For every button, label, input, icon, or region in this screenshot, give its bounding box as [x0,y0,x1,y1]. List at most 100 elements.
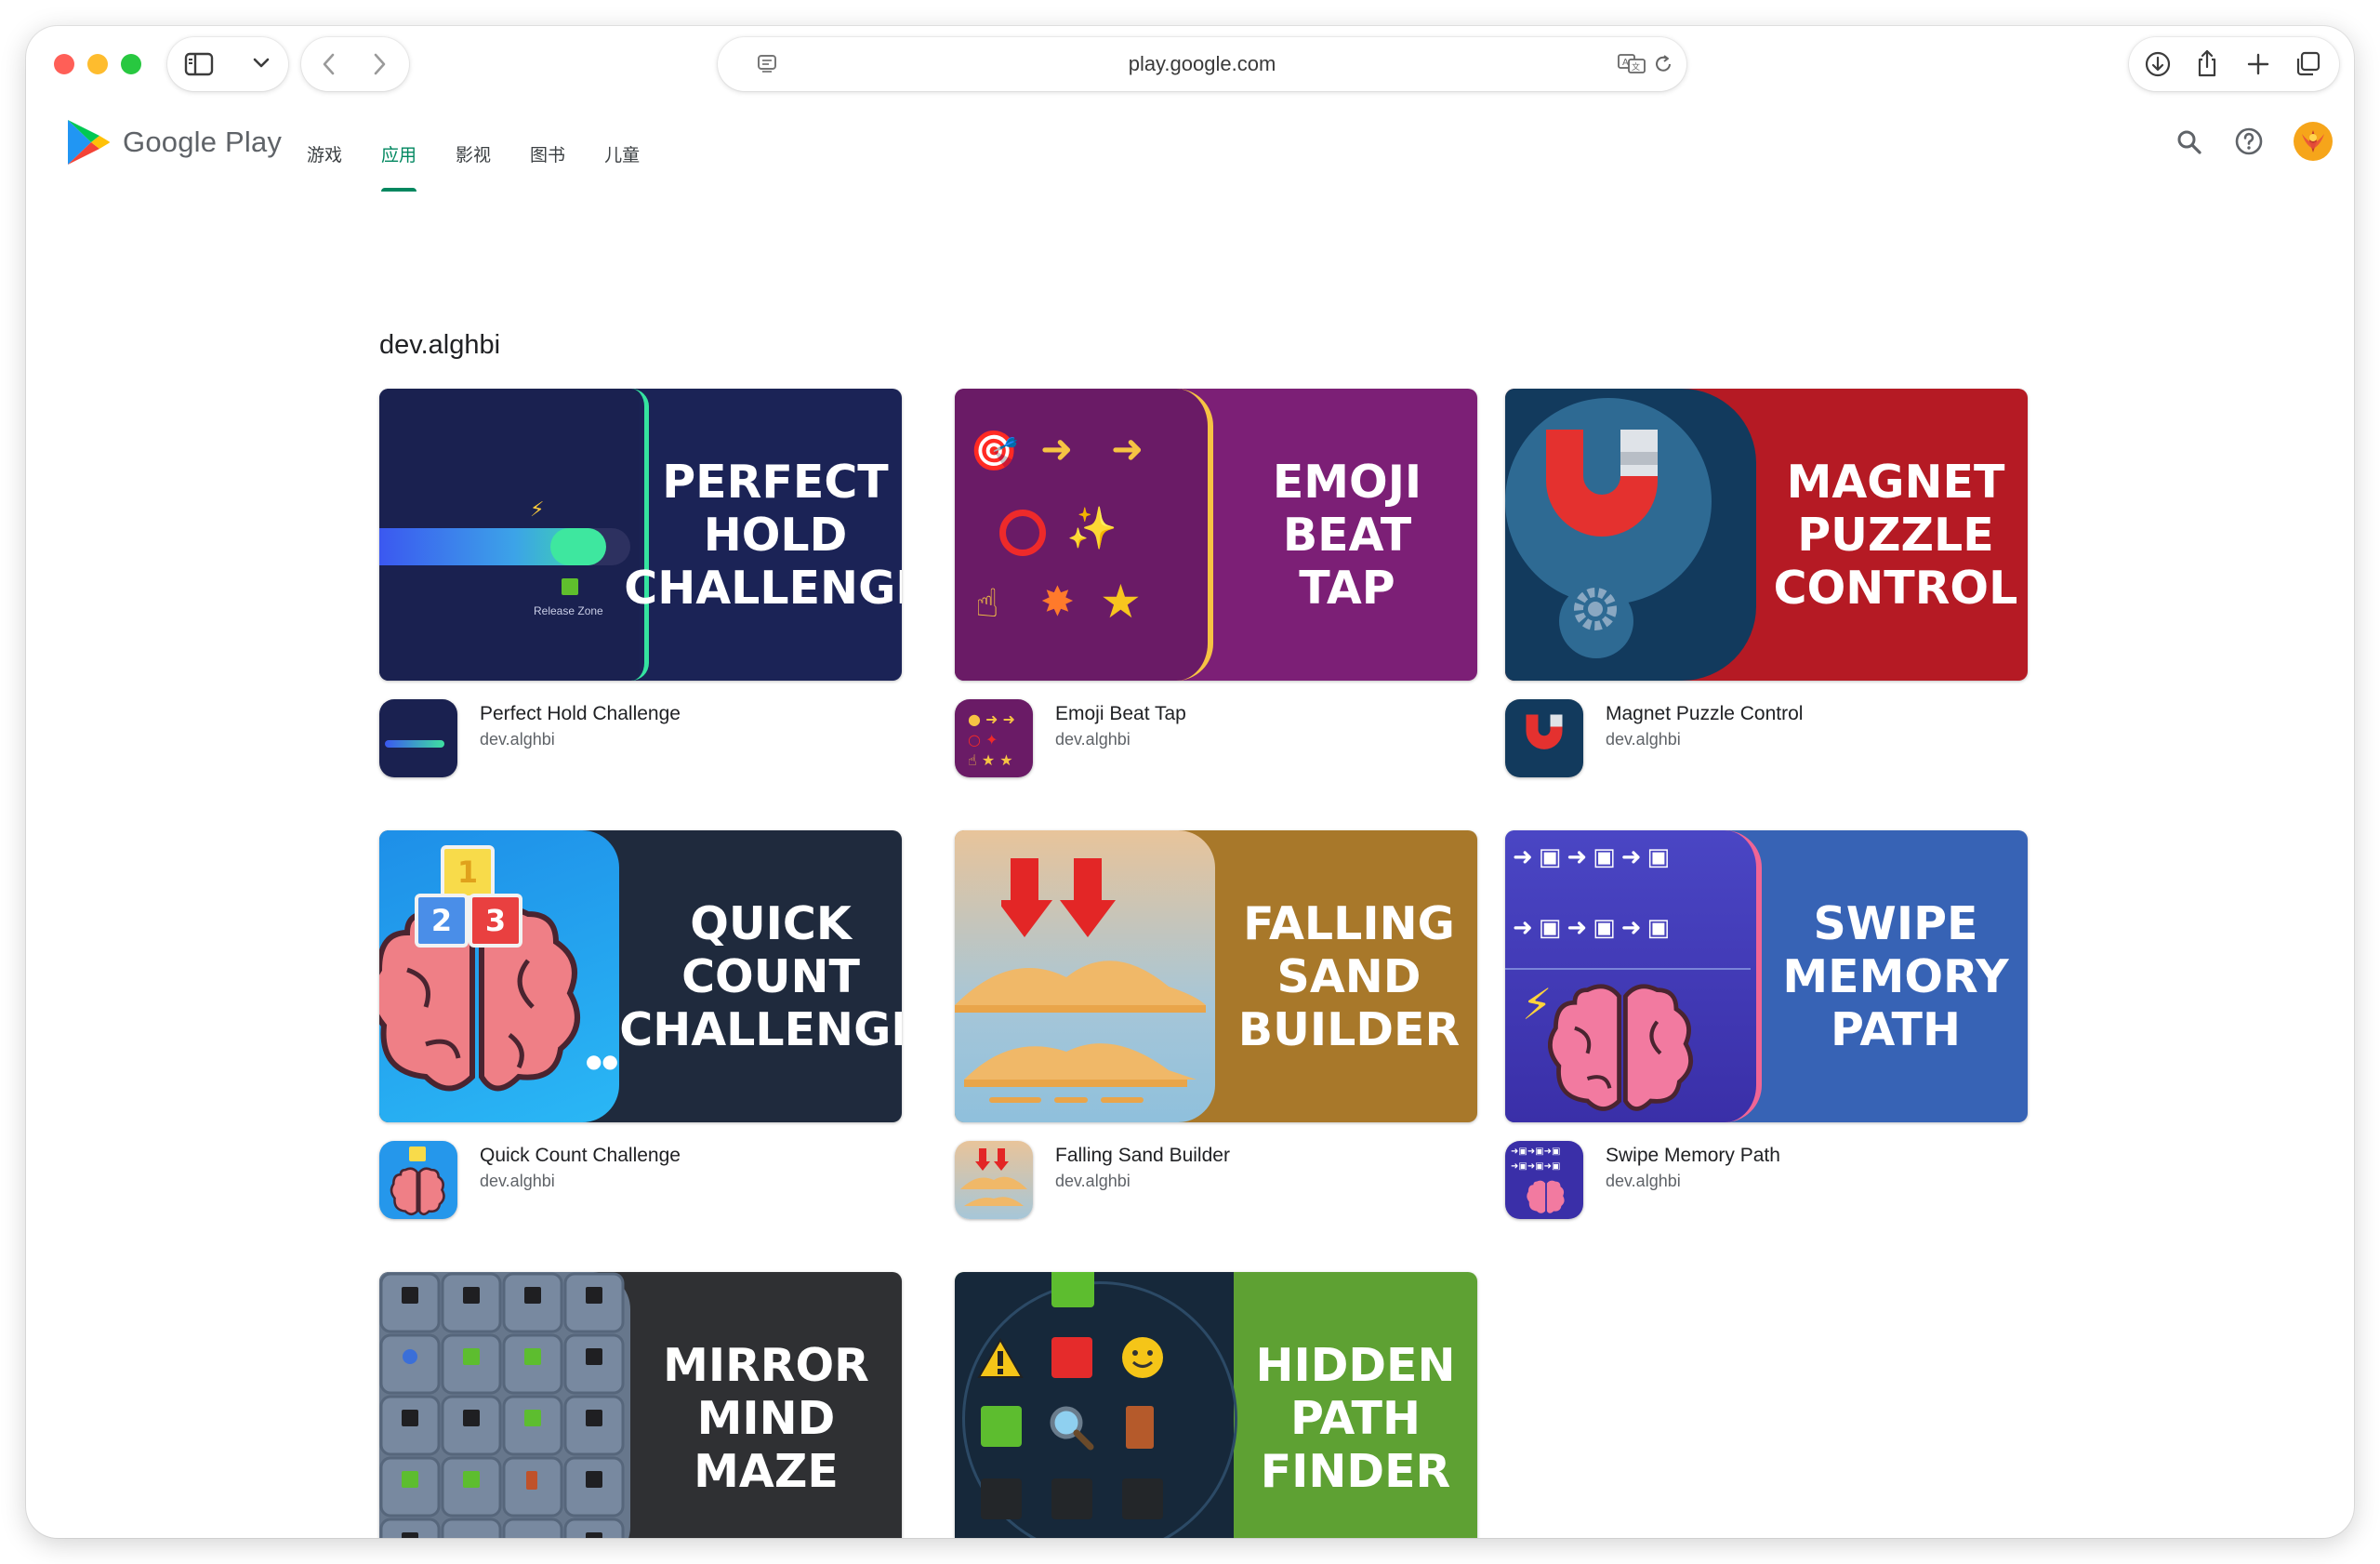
app-developer[interactable]: dev.alghbi [480,730,555,749]
app-card[interactable]: 🎯 ➜ ➜ ✨ ☝ ✸ ★ EMOJI BEAT TAP ● ➜ ➜ ○ ✦ ☝… [955,389,1477,783]
banner-line: TAP [1299,561,1395,615]
back-icon[interactable] [322,53,337,75]
nav-books[interactable]: 图书 [530,141,565,166]
mini-arrow-row-icon: ➜▣➜▣➜▣ [1511,1146,1561,1157]
banner-art: ➜▣➜▣➜▣ ➜▣➜▣➜▣ ⚡ [1505,830,1762,1122]
app-banner[interactable]: 🎯 ➜ ➜ ✨ ☝ ✸ ★ EMOJI BEAT TAP [955,389,1477,681]
nav-games-label: 游戏 [307,145,343,166]
close-window-button[interactable] [54,54,74,74]
avatar[interactable] [2293,121,2334,162]
banner-line: SAND [1276,949,1421,1003]
forward-icon[interactable] [372,53,387,75]
google-play-logo[interactable]: Google Play [65,117,282,167]
explosion-icon: ✸ [1040,578,1075,626]
app-name[interactable]: Quick Count Challenge [480,1145,681,1167]
app-developer[interactable]: dev.alghbi [480,1172,555,1191]
app-banner[interactable]: ➜▣➜▣➜▣ ➜▣➜▣➜▣ ⚡ SWIPE MEMORY PATH [1505,830,2028,1122]
app-developer[interactable]: dev.alghbi [1606,1172,1681,1191]
new-tab-icon[interactable] [2246,52,2270,76]
app-banner[interactable]: ⚡ Release Zone PERFECT HOLD CHALLENGE [379,389,902,681]
downloads-icon[interactable] [2144,50,2172,78]
down-arrows-icon [1001,858,1116,937]
lightning-icon: ⚡ [1522,979,1553,1029]
nav-movies[interactable]: 影视 [456,141,491,166]
translate-icon[interactable]: A文 [1618,52,1647,74]
release-zone-label: Release Zone [534,604,603,617]
app-banner[interactable]: FALLING SAND BUILDER [955,830,1477,1122]
app-card[interactable]: MIRROR MIND MAZE [379,1272,902,1538]
pointing-hand-icon: ☝ [975,580,999,626]
app-banner[interactable]: MAGNET PUZZLE CONTROL [1505,389,2028,681]
nav-games[interactable]: 游戏 [307,141,342,166]
sidebar-toggle-group [167,37,288,91]
sidebar-icon[interactable] [184,52,214,76]
number-block-3: 3 [469,894,522,948]
app-meta: ● ➜ ➜ ○ ✦ ☝ ★ ★ Emoji Beat Tap dev.alghb… [955,699,1477,783]
chevron-down-icon[interactable] [253,58,270,69]
gear-icon [1574,588,1617,630]
address-bar[interactable]: play.google.com A文 [718,37,1686,91]
banner-art [379,1272,630,1538]
banner-line: BUILDER [1237,1002,1461,1056]
app-developer[interactable]: dev.alghbi [1055,730,1130,749]
app-card[interactable]: ⚡ Release Zone PERFECT HOLD CHALLENGE Pe… [379,389,902,783]
mini-magnet-icon [1526,714,1563,749]
banner-line: COUNT [681,949,860,1003]
ring-icon [999,510,1046,556]
banner-title: QUICK COUNT CHALLENGE [619,830,902,1122]
app-icon[interactable] [955,1141,1033,1219]
tab-overview-icon[interactable] [2294,51,2320,77]
app-name[interactable]: Swipe Memory Path [1606,1145,1780,1167]
help-icon[interactable] [2234,126,2264,156]
app-name[interactable]: Magnet Puzzle Control [1606,703,1803,725]
search-icon[interactable] [2175,128,2203,156]
app-meta: ➜▣➜▣➜▣ ➜▣➜▣➜▣ Swipe Memory Path dev.algh… [1505,1141,2028,1225]
banner-title: FALLING SAND BUILDER [1221,830,1477,1122]
app-banner[interactable]: MIRROR MIND MAZE [379,1272,902,1538]
app-banner[interactable]: HIDDEN PATH FINDER [955,1272,1477,1538]
nav-kids[interactable]: 儿童 [604,141,640,166]
smiley-icon [1122,1337,1163,1378]
banner-line: MIND [696,1391,836,1445]
banner-art: 🎯 ➜ ➜ ✨ ☝ ✸ ★ [955,389,1213,681]
nav-apps[interactable]: 应用 [381,141,417,192]
app-card[interactable]: HIDDEN PATH FINDER [955,1272,1477,1538]
mini-ring-icon: ○ ✦ [968,731,998,749]
brand-name: Google Play [123,126,283,158]
eyes-icon: ●● [586,1050,618,1072]
app-icon[interactable]: ● ➜ ➜ ○ ✦ ☝ ★ ★ [955,699,1033,777]
banner-line: PERFECT [662,455,889,509]
app-banner[interactable]: 1 2 3 ●● QUICK COUNT CHALLENGE [379,830,902,1122]
top-nav: 游戏 应用 影视 图书 儿童 [307,141,679,192]
banner-art: ⚡ Release Zone [379,389,649,681]
dark-tile [1051,1478,1092,1519]
app-developer[interactable]: dev.alghbi [1606,730,1681,749]
app-card[interactable]: ➜▣➜▣➜▣ ➜▣➜▣➜▣ ⚡ SWIPE MEMORY PATH ➜▣➜▣➜▣… [1505,830,2028,1225]
app-icon[interactable]: ➜▣➜▣➜▣ ➜▣➜▣➜▣ [1505,1141,1583,1219]
app-name[interactable]: Emoji Beat Tap [1055,703,1186,725]
app-name[interactable]: Perfect Hold Challenge [480,703,681,725]
app-card[interactable]: FALLING SAND BUILDER Falling Sand Builde… [955,830,1477,1225]
arrow-right-icon: ➜ [1111,426,1144,471]
nav-kids-label: 儿童 [604,145,641,166]
banner-line: MEMORY [1782,949,2009,1003]
dark-tile [1122,1478,1163,1519]
reload-icon[interactable] [1653,54,1673,74]
app-icon[interactable] [1505,699,1583,777]
app-card[interactable]: MAGNET PUZZLE CONTROL Magnet Puzzle Cont… [1505,389,2028,783]
minimize-window-button[interactable] [87,54,108,74]
app-card[interactable]: 1 2 3 ●● QUICK COUNT CHALLENGE Quick Cou… [379,830,902,1225]
mini-arrow-row-icon: ➜▣➜▣➜▣ [1511,1161,1561,1172]
divider-line [1505,968,1751,970]
browser-toolbar: play.google.com A文 [26,26,2354,104]
app-icon[interactable] [379,699,457,777]
arrow-row-icon: ➜▣➜▣➜▣ [1513,843,1676,871]
svg-text:文: 文 [1632,61,1640,73]
banner-line: MIRROR [663,1338,869,1392]
address-text[interactable]: play.google.com [718,52,1686,76]
app-icon[interactable] [379,1141,457,1219]
zoom-window-button[interactable] [121,54,141,74]
app-developer[interactable]: dev.alghbi [1055,1172,1130,1191]
share-icon[interactable] [2194,48,2220,78]
app-name[interactable]: Falling Sand Builder [1055,1145,1230,1167]
